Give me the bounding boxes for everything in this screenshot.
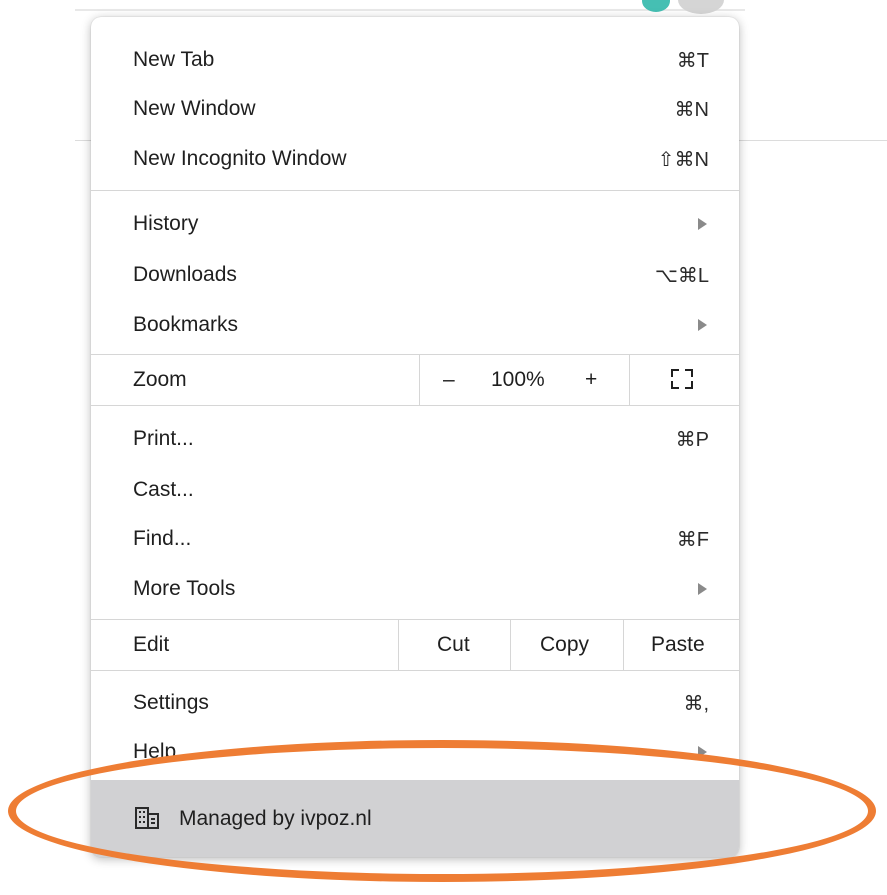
menu-divider [91, 670, 739, 671]
submenu-arrow-icon [698, 746, 707, 758]
menu-item-settings[interactable]: Settings ⌘, [91, 681, 739, 725]
menu-item-label: New Tab [133, 48, 215, 71]
fullscreen-icon[interactable] [671, 369, 693, 389]
zoom-in-button[interactable]: + [585, 368, 597, 392]
menu-item-label: More Tools [133, 577, 236, 600]
menu-item-help[interactable]: Help [91, 730, 739, 774]
shortcut-text: ⌘, [683, 692, 709, 715]
paste-button[interactable]: Paste [651, 633, 705, 657]
menu-item-label: New Window [133, 97, 256, 120]
menu-item-label: Help [133, 740, 177, 763]
browser-main-menu: New Tab ⌘T New Window ⌘N New Incognito W… [91, 17, 739, 857]
menu-item-cast[interactable]: Cast... [91, 468, 739, 512]
zoom-row: Zoom – 100% + [91, 355, 739, 405]
menu-item-label: Bookmarks [133, 313, 239, 336]
shortcut-text: ⌘P [675, 428, 709, 451]
menu-item-label: History [133, 212, 199, 235]
menu-item-more-tools[interactable]: More Tools [91, 567, 739, 611]
menu-item-new-tab[interactable]: New Tab ⌘T [91, 38, 739, 82]
menu-item-label: Downloads [133, 263, 237, 286]
zoom-out-button[interactable]: – [443, 368, 455, 392]
shortcut-text: ⌘N [674, 98, 709, 121]
shortcut-text: ⌘T [676, 49, 709, 72]
edit-divider [623, 620, 624, 670]
menu-divider [91, 405, 739, 406]
menu-item-downloads[interactable]: Downloads ⌥⌘L [91, 253, 739, 297]
zoom-level: 100% [491, 368, 545, 391]
menu-item-label: Find... [133, 527, 192, 550]
menu-item-print[interactable]: Print... ⌘P [91, 417, 739, 461]
edit-divider [398, 620, 399, 670]
shortcut-text: ⌥⌘L [654, 264, 709, 287]
shortcut-text: ⌘F [676, 528, 709, 551]
menu-item-label: Cast... [133, 478, 194, 501]
edit-label: Edit [133, 633, 170, 656]
zoom-label: Zoom [133, 368, 187, 391]
menu-item-label: Print... [133, 427, 194, 450]
zoom-divider [419, 355, 420, 405]
managed-by-banner[interactable]: Managed by ivpoz.nl [91, 780, 739, 857]
submenu-arrow-icon [698, 583, 707, 595]
toolbar-divider [75, 9, 745, 11]
shortcut-text: ⇧⌘N [657, 148, 709, 171]
menu-item-new-window[interactable]: New Window ⌘N [91, 87, 739, 131]
menu-item-new-incognito-window[interactable]: New Incognito Window ⇧⌘N [91, 137, 739, 181]
copy-button[interactable]: Copy [540, 633, 589, 657]
zoom-divider [629, 355, 630, 405]
edit-divider [510, 620, 511, 670]
menu-divider [91, 190, 739, 191]
menu-item-history[interactable]: History [91, 202, 739, 246]
menu-item-find[interactable]: Find... ⌘F [91, 517, 739, 561]
edit-row: Edit Cut Copy Paste [91, 620, 739, 670]
submenu-arrow-icon [698, 319, 707, 331]
menu-item-bookmarks[interactable]: Bookmarks [91, 303, 739, 347]
building-icon [135, 807, 159, 829]
menu-item-label: Settings [133, 691, 209, 714]
menu-item-label: New Incognito Window [133, 147, 347, 170]
submenu-arrow-icon [698, 218, 707, 230]
cut-button[interactable]: Cut [437, 633, 470, 657]
managed-by-label: Managed by ivpoz.nl [179, 806, 372, 830]
